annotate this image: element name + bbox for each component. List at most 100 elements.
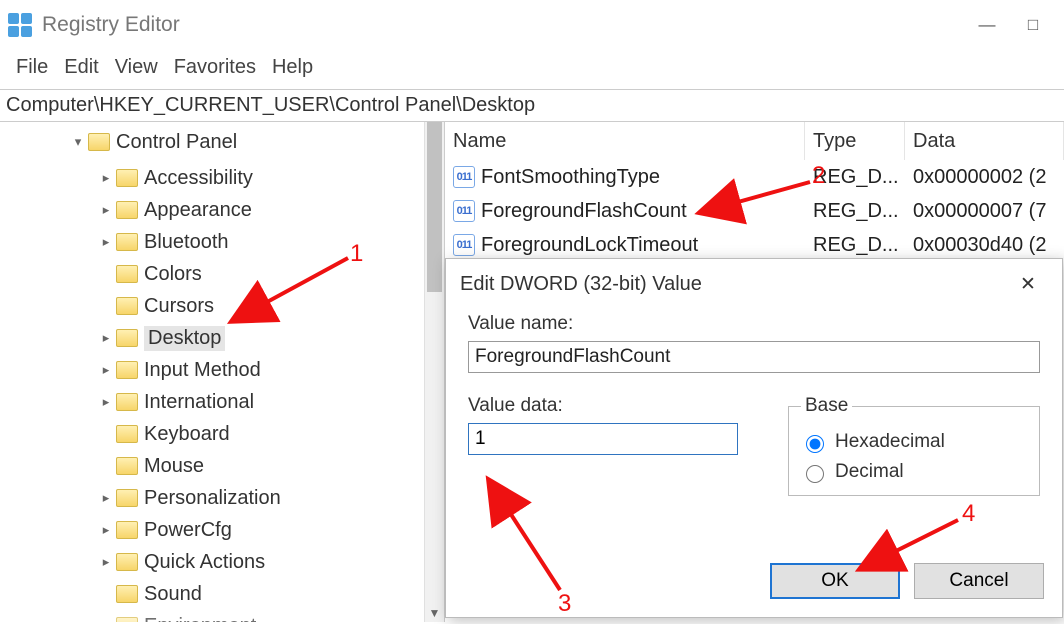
menu-file[interactable]: File [10, 54, 54, 81]
dword-icon: 011 [453, 234, 475, 256]
chevron-right-icon[interactable]: ▸ [98, 234, 114, 250]
tree-label: Control Panel [116, 131, 237, 154]
chevron-right-icon[interactable]: ▸ [98, 554, 114, 570]
folder-icon [116, 361, 138, 379]
folder-icon [116, 233, 138, 251]
tree-label: PowerCfg [144, 519, 232, 542]
tree-node-international[interactable]: ▸ International [0, 386, 444, 418]
value-type: REG_D... [805, 200, 905, 223]
chevron-right-icon[interactable]: ▸ [98, 490, 114, 506]
radio-hex-input[interactable] [806, 435, 824, 453]
value-type: REG_D... [805, 166, 905, 189]
list-row[interactable]: 011 ForegroundFlashCount REG_D... 0x00000… [445, 194, 1064, 228]
tree-label: Mouse [144, 455, 204, 478]
edit-dword-dialog: Edit DWORD (32-bit) Value ✕ Value name: … [445, 258, 1063, 618]
value-name: ForegroundFlashCount [481, 200, 687, 223]
tree-node-cursors[interactable]: Cursors [0, 290, 444, 322]
tree-node-colors[interactable]: Colors [0, 258, 444, 290]
folder-icon [116, 329, 138, 347]
maximize-button[interactable]: □ [1010, 0, 1056, 50]
list-header: Name Type Data [445, 122, 1064, 160]
tree-label: Keyboard [144, 423, 230, 446]
folder-icon [116, 393, 138, 411]
base-legend: Base [801, 395, 852, 417]
tree-label: Appearance [144, 199, 252, 222]
chevron-down-icon[interactable]: ▾ [70, 134, 86, 150]
header-name[interactable]: Name [445, 122, 805, 160]
menu-help[interactable]: Help [266, 54, 319, 81]
tree-node-mouse[interactable]: Mouse [0, 450, 444, 482]
value-name: ForegroundLockTimeout [481, 234, 698, 257]
tree-label: Sound [144, 583, 202, 606]
ok-button[interactable]: OK [770, 563, 900, 599]
folder-icon [116, 265, 138, 283]
tree-node-bluetooth[interactable]: ▸Bluetooth [0, 226, 444, 258]
folder-icon [116, 297, 138, 315]
tree-node-input-method[interactable]: ▸ Input Method [0, 354, 444, 386]
folder-icon [116, 425, 138, 443]
tree-node-quick-actions[interactable]: ▸ Quick Actions [0, 546, 444, 578]
address-bar[interactable]: Computer\HKEY_CURRENT_USER\Control Panel… [0, 89, 1064, 122]
tree-label: Input Method [144, 359, 261, 382]
close-icon[interactable]: ✕ [1008, 259, 1048, 309]
tree-label: Desktop [144, 326, 225, 351]
chevron-right-icon[interactable]: ▸ [98, 202, 114, 218]
list-row[interactable]: 011ForegroundLockTimeout REG_D... 0x0003… [445, 228, 1064, 262]
value-data: 0x00000007 (7 [905, 200, 1064, 223]
menu-edit[interactable]: Edit [58, 54, 104, 81]
folder-icon [116, 617, 138, 622]
list-row[interactable]: 011FontSmoothingType REG_D... 0x00000002… [445, 160, 1064, 194]
cancel-button[interactable]: Cancel [914, 563, 1044, 599]
menubar: File Edit View Favorites Help [0, 50, 1064, 89]
tree-node-keyboard[interactable]: Keyboard [0, 418, 444, 450]
menu-favorites[interactable]: Favorites [168, 54, 262, 81]
radio-hex-label: Hexadecimal [835, 431, 945, 453]
folder-icon [116, 457, 138, 475]
menu-view[interactable]: View [109, 54, 164, 81]
folder-icon [116, 585, 138, 603]
scroll-down-icon[interactable]: ▼ [425, 604, 444, 622]
value-data: 0x00000002 (2 [905, 166, 1064, 189]
radio-decimal[interactable]: Decimal [801, 461, 1027, 483]
value-data-label: Value data: [468, 395, 738, 417]
chevron-right-icon[interactable]: ▸ [98, 170, 114, 186]
minimize-button[interactable]: — [964, 0, 1010, 50]
tree-node-accessibility[interactable]: ▸Accessibility [0, 162, 444, 194]
base-fieldset: Base Hexadecimal Decimal [788, 395, 1040, 496]
tree-node-sound[interactable]: Sound [0, 578, 444, 610]
tree-node-environment[interactable]: Environment [0, 610, 444, 622]
dword-icon: 011 [453, 166, 475, 188]
radio-dec-input[interactable] [806, 465, 824, 483]
tree-label: Quick Actions [144, 551, 265, 574]
header-type[interactable]: Type [805, 122, 905, 160]
tree-pane: ▾ Control Panel ▸Accessibility ▸ Appearan… [0, 122, 445, 622]
chevron-right-icon[interactable]: ▸ [98, 330, 114, 346]
registry-tree: ▾ Control Panel ▸Accessibility ▸ Appearan… [0, 122, 444, 622]
tree-label: Cursors [144, 295, 214, 318]
tree-node-appearance[interactable]: ▸ Appearance [0, 194, 444, 226]
titlebar: Registry Editor — □ [0, 0, 1064, 50]
value-type: REG_D... [805, 234, 905, 257]
chevron-right-icon[interactable]: ▸ [98, 362, 114, 378]
tree-node-control-panel[interactable]: ▾ Control Panel [0, 126, 444, 158]
header-data[interactable]: Data [905, 122, 1064, 160]
chevron-right-icon[interactable]: ▸ [98, 394, 114, 410]
tree-node-desktop[interactable]: ▸ Desktop [0, 322, 444, 354]
folder-icon [116, 521, 138, 539]
value-data-input[interactable] [468, 423, 738, 455]
value-name-input[interactable] [468, 341, 1040, 373]
tree-scrollbar[interactable]: ▲ ▼ [424, 122, 444, 622]
value-name-label: Value name: [468, 313, 1040, 335]
folder-icon [116, 169, 138, 187]
tree-node-personalization[interactable]: ▸Personalization [0, 482, 444, 514]
dword-icon: 011 [453, 200, 475, 222]
tree-label: International [144, 391, 254, 414]
scroll-thumb[interactable] [427, 122, 442, 292]
window-title: Registry Editor [42, 13, 964, 37]
regedit-app-icon [8, 13, 32, 37]
folder-icon [116, 553, 138, 571]
tree-node-powercfg[interactable]: ▸ PowerCfg [0, 514, 444, 546]
dialog-titlebar[interactable]: Edit DWORD (32-bit) Value ✕ [446, 259, 1062, 309]
radio-hexadecimal[interactable]: Hexadecimal [801, 431, 1027, 453]
chevron-right-icon[interactable]: ▸ [98, 522, 114, 538]
